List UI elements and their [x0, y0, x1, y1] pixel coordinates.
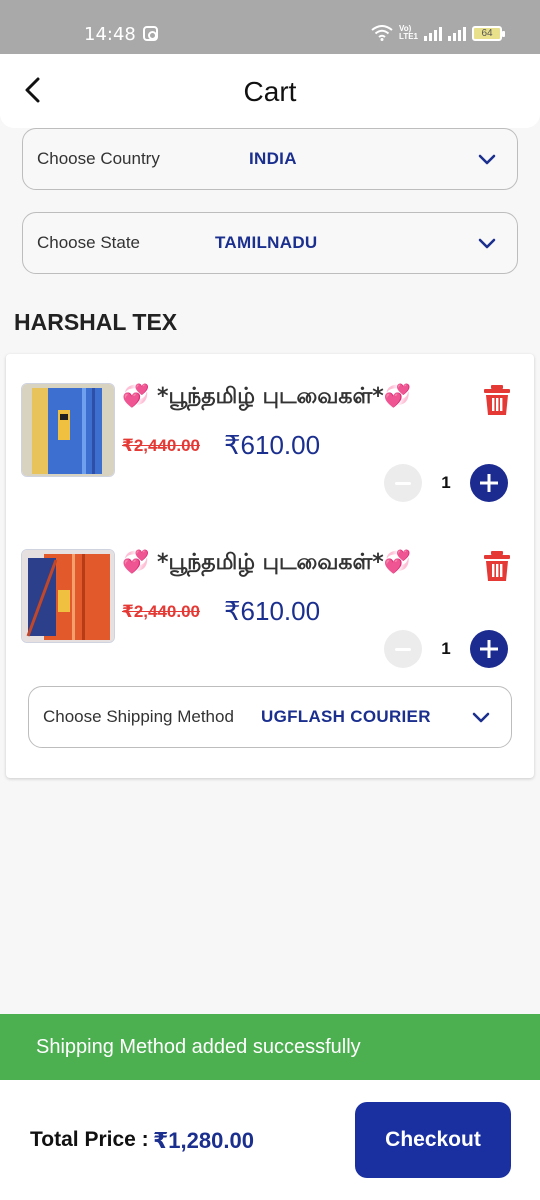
product-original-price: ₹2,440.00 — [122, 436, 201, 455]
state-value: TAMILNADU — [215, 233, 318, 252]
volte-icon: Vo) LTE1 — [399, 24, 418, 41]
country-label: Choose Country — [37, 149, 160, 168]
country-select[interactable]: Choose Country INDIA — [22, 128, 518, 190]
product-price: ₹610.00 — [224, 596, 321, 626]
product-name[interactable]: 💞 *பூந்தமிழ் புடவைகள்*💞 — [122, 550, 411, 578]
product-price: ₹610.00 — [224, 430, 321, 460]
total-price-value: ₹1,280.00 — [153, 1128, 254, 1153]
total-price-label: Total Price : — [30, 1128, 149, 1151]
status-icons: Vo) LTE1 64 — [371, 24, 505, 41]
cart-item: 💞 *பூந்தமிழ் புடவைகள்*💞 ₹2,440.00 ₹610.0… — [6, 354, 534, 504]
product-name[interactable]: 💞 *பூந்தமிழ் புடவைகள்*💞 — [122, 384, 411, 412]
battery-level: 64 — [481, 27, 493, 39]
checkout-footer: Total Price : ₹1,280.00 Checkout — [0, 1080, 540, 1200]
shipping-method-label: Choose Shipping Method — [43, 707, 234, 726]
state-label: Choose State — [37, 233, 141, 252]
battery-icon: 64 — [472, 25, 505, 41]
country-value: INDIA — [249, 149, 297, 168]
plus-icon — [480, 474, 498, 492]
decrease-quantity-button[interactable] — [384, 630, 422, 668]
seller-name: HARSHAL TEX — [14, 309, 178, 335]
product-image[interactable] — [21, 383, 115, 477]
product-original-price: ₹2,440.00 — [122, 602, 201, 621]
signal-icon-1 — [424, 25, 442, 41]
chevron-down-icon — [478, 238, 496, 249]
seller-cart-card: 💞 *பூந்தமிழ் புடவைகள்*💞 ₹2,440.00 ₹610.0… — [6, 354, 534, 778]
state-select[interactable]: Choose State TAMILNADU — [22, 212, 518, 274]
chevron-down-icon — [472, 712, 490, 723]
app-header: Cart — [0, 54, 540, 128]
checkout-button[interactable]: Checkout — [355, 1102, 511, 1178]
wifi-icon — [371, 25, 393, 41]
decrease-quantity-button[interactable] — [384, 464, 422, 502]
shipping-method-value: UGFLASH COURIER — [261, 707, 431, 726]
plus-icon — [480, 640, 498, 658]
quantity-value: 1 — [441, 639, 451, 658]
quantity-value: 1 — [441, 473, 451, 492]
shipping-method-select[interactable]: Choose Shipping Method UGFLASH COURIER — [28, 686, 512, 748]
chevron-down-icon — [478, 154, 496, 165]
toast-message: Shipping Method added successfully — [36, 1036, 361, 1058]
instagram-icon — [143, 26, 158, 41]
increase-quantity-button[interactable] — [470, 464, 508, 502]
status-bar: 14:48 Vo) LTE1 64 — [0, 0, 540, 54]
signal-icon-2 — [448, 25, 466, 41]
product-image[interactable] — [21, 549, 115, 643]
page-title: Cart — [243, 76, 297, 107]
success-toast: Shipping Method added successfully — [0, 1014, 540, 1080]
cart-item: 💞 *பூந்தமிழ் புடவைகள்*💞 ₹2,440.00 ₹610.0… — [6, 520, 534, 670]
delete-icon[interactable] — [482, 384, 512, 416]
delete-icon[interactable] — [482, 550, 512, 582]
increase-quantity-button[interactable] — [470, 630, 508, 668]
status-time: 14:48 — [84, 24, 136, 45]
